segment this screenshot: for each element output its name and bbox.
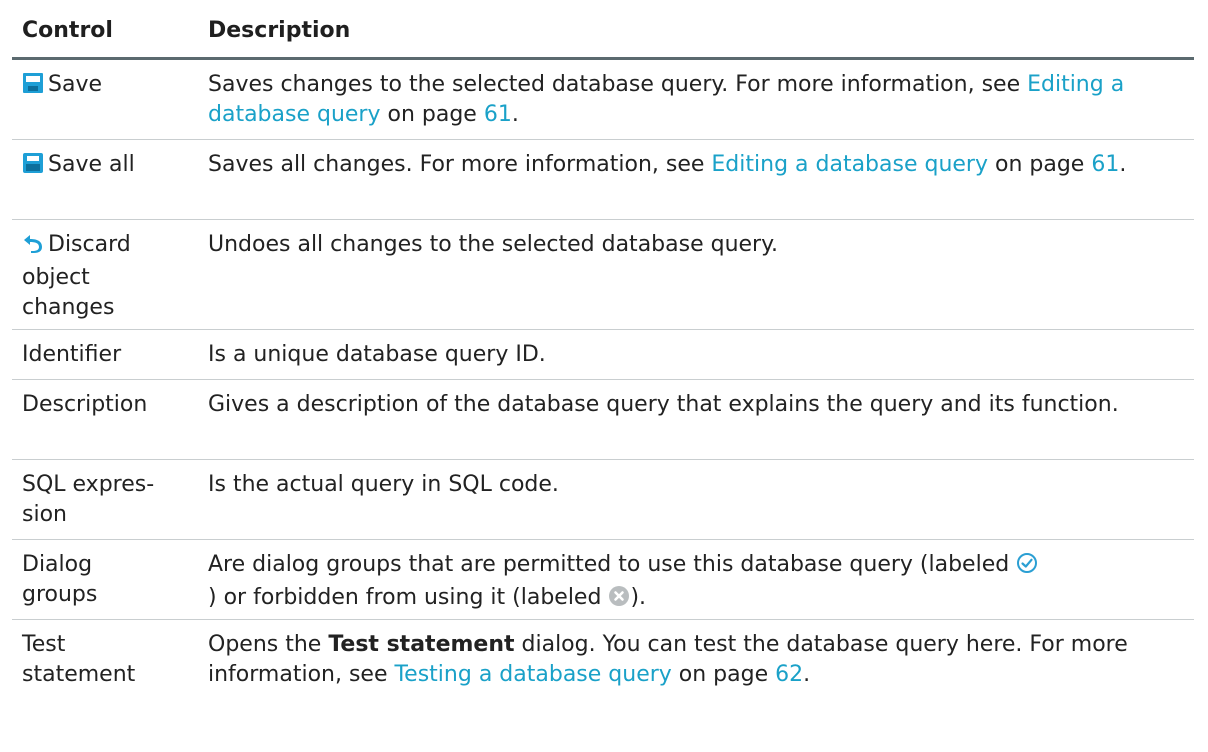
control-cell: Save — [12, 70, 208, 139]
description-cell: Is a unique database query ID. — [208, 342, 546, 367]
control-label-line: groups — [22, 582, 98, 607]
description-text: Undoes all changes to the selected datab… — [208, 232, 778, 257]
control-cell: Test statement — [12, 630, 208, 700]
table-row: Test statement Opens the Test statement … — [12, 620, 1194, 700]
description-text: . — [803, 662, 811, 687]
control-label-line: Discard — [48, 232, 131, 257]
control-cell: Identifier — [22, 342, 122, 367]
control-cell: Save all — [12, 150, 208, 219]
description-text: . — [511, 102, 519, 127]
link-page-number[interactable]: 61 — [1091, 152, 1119, 177]
description-cell: Is the actual query in SQL code. — [208, 472, 559, 497]
control-label-line: Dialog — [22, 552, 93, 577]
control-label-line: changes — [22, 295, 115, 320]
control-label-line: sion — [22, 502, 67, 527]
description-text: ) or forbidden from using it (labeled — [208, 585, 609, 610]
control-label-line: object — [22, 265, 90, 290]
link-testing-database-query[interactable]: Testing a database query — [394, 662, 671, 687]
description-cell: Opens the Test statement dialog. You can… — [208, 630, 1194, 700]
table-row: Description Gives a description of the d… — [12, 380, 1194, 460]
description-cell: Gives a description of the database quer… — [208, 392, 1119, 417]
link-page-number[interactable]: 61 — [484, 102, 512, 127]
table-row: Save all Saves all changes. For more inf… — [12, 140, 1194, 220]
table-row: Discard object changes Undoes all change… — [12, 220, 1194, 330]
description-text: on page — [988, 152, 1092, 177]
undo-icon — [22, 232, 44, 263]
control-cell: SQL expres- sion — [12, 470, 208, 539]
table-row: Identifier Is a unique database query ID… — [12, 330, 1194, 380]
control-label-line: Test — [22, 632, 66, 657]
table-header: Control Description — [12, 0, 1194, 60]
description-cell: Saves changes to the selected database q… — [208, 70, 1194, 139]
control-cell: Discard object changes — [12, 230, 208, 329]
description-text: Opens the — [208, 632, 329, 657]
description-text: Saves changes to the selected database q… — [208, 72, 1028, 97]
header-description: Description — [208, 17, 351, 43]
description-text: Saves all changes. For more information,… — [208, 152, 712, 177]
control-label: Save all — [48, 152, 135, 177]
table-row: Dialog groups Are dialog groups that are… — [12, 540, 1194, 620]
header-control: Control — [22, 17, 113, 43]
save-icon — [22, 72, 44, 103]
description-text: . — [1119, 152, 1127, 177]
description-cell: Are dialog groups that are permitted to … — [208, 550, 1194, 619]
table-row: Save Saves changes to the selected datab… — [12, 60, 1194, 140]
x-circle-icon — [608, 585, 630, 616]
control-label: Save — [48, 72, 103, 97]
description-cell: Undoes all changes to the selected datab… — [208, 230, 1194, 329]
link-page-number[interactable]: 62 — [775, 662, 803, 687]
description-text: on page — [671, 662, 776, 687]
description-text: Are dialog groups that are permitted to … — [208, 552, 1017, 577]
control-label-line: statement — [22, 662, 136, 687]
bold-dialog-name: Test statement — [328, 632, 515, 657]
table-row: SQL expres- sion Is the actual query in … — [12, 460, 1194, 540]
description-cell: Saves all changes. For more information,… — [208, 150, 1194, 219]
control-label-line: SQL expres- — [22, 472, 155, 497]
check-circle-icon — [1016, 552, 1038, 583]
controls-table: Control Description Save Saves changes t… — [12, 0, 1194, 700]
description-text: ). — [630, 585, 647, 610]
control-cell: Dialog groups — [12, 550, 208, 619]
control-cell: Description — [22, 392, 148, 417]
link-editing-database-query[interactable]: Editing a database query — [711, 152, 988, 177]
description-text: on page — [380, 102, 484, 127]
save-all-icon — [22, 152, 44, 183]
